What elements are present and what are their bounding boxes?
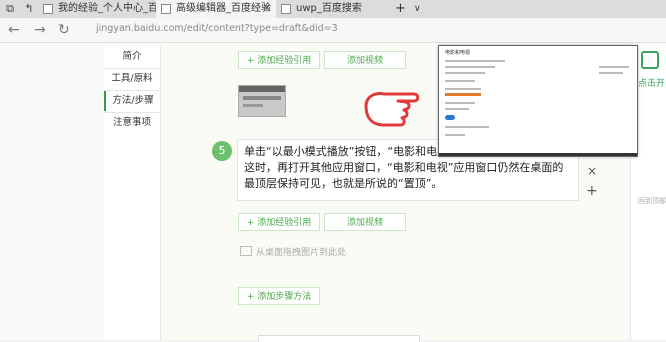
preview-line (445, 102, 475, 104)
image-icon (240, 246, 252, 256)
favicon-icon (161, 4, 171, 14)
left-navigation: 简介 工具/原料 方法/步骤 注意事项 (104, 46, 161, 340)
nav-item-tools[interactable]: 工具/原料 (104, 69, 160, 89)
new-tab-button[interactable]: + (395, 0, 406, 18)
thumb-content (243, 96, 281, 100)
tab-label: 我的经验_个人中心_百度经验 (58, 3, 156, 14)
next-section-stub (258, 335, 420, 342)
thumb-titlebar (239, 86, 285, 92)
favicon-icon (43, 4, 53, 14)
tab-label: uwp_百度搜索 (296, 3, 362, 14)
tab-advanced-editor[interactable]: 高级编辑器_百度经验 ✕ (156, 0, 276, 18)
tab-uwp-search[interactable]: uwp_百度搜索 (276, 0, 380, 18)
preview-line (445, 72, 485, 74)
preview-line (445, 60, 505, 62)
add-step-method-button[interactable]: + 添加步骤方法 (238, 287, 320, 305)
step-number-badge: 5 (212, 141, 232, 161)
url-field[interactable]: jingyan.baidu.com/edit/content?type=draf… (96, 23, 338, 34)
preview-line (445, 88, 481, 90)
tab-label: 高级编辑器_百度经验 (176, 3, 271, 14)
step-image-thumbnail[interactable] (238, 85, 286, 117)
add-reference-button-2[interactable]: + 添加经验引用 (238, 213, 320, 231)
add-video-button-2[interactable]: 添加视频 (324, 213, 406, 231)
back-arrow-icon[interactable]: ← (8, 21, 20, 39)
nav-item-notes[interactable]: 注意事项 (104, 113, 160, 133)
preview-line (599, 72, 623, 74)
add-step-icon[interactable]: + (586, 183, 598, 199)
close-tab-icon[interactable]: ✕ (263, 0, 271, 18)
preview-title: 电影和电视 (445, 50, 471, 56)
upload-hint: 从桌面拖拽图片到此处 (240, 245, 346, 258)
back-to-tabs-icon[interactable]: ↰ (22, 2, 36, 16)
address-bar: ← → ↻ jingyan.baidu.com/edit/content?typ… (0, 18, 666, 43)
screenshot-preview: 电影和电视 (438, 45, 638, 157)
back-to-top-label[interactable]: 回到顶部 (638, 196, 666, 206)
nav-item-steps[interactable]: 方法/步骤 (104, 91, 160, 111)
preview-line (445, 134, 465, 136)
preview-line (445, 108, 469, 110)
click-open-label[interactable]: 点击开 (638, 76, 665, 89)
preview-line (445, 66, 495, 68)
upload-hint-text: 从桌面拖拽图片到此处 (256, 248, 347, 258)
preview-line (445, 80, 475, 82)
tab-manager-icon[interactable]: ⧉ (3, 2, 17, 16)
tab-list-chevron-icon[interactable]: ∨ (414, 0, 421, 18)
pointing-hand-icon (364, 92, 420, 127)
delete-step-icon[interactable]: × (587, 164, 597, 178)
nav-item-intro[interactable]: 简介 (104, 47, 160, 67)
favicon-icon (281, 4, 291, 14)
preview-toggle (445, 115, 455, 120)
add-reference-button[interactable]: + 添加经验引用 (238, 51, 320, 69)
browser-tab-bar: ⧉ ↰ 我的经验_个人中心_百度经验 高级编辑器_百度经验 ✕ uwp_百度搜索… (0, 0, 666, 18)
preview-line (445, 126, 489, 128)
preview-line (599, 66, 629, 68)
add-video-button[interactable]: 添加视频 (324, 51, 406, 69)
preview-slider (445, 93, 481, 96)
forward-arrow-icon[interactable]: → (34, 21, 46, 39)
click-open-icon[interactable] (641, 51, 659, 69)
thumb-content (243, 104, 263, 107)
preview-bottom-bar (439, 153, 637, 156)
tab-my-experience[interactable]: 我的经验_个人中心_百度经验 (38, 0, 156, 18)
refresh-icon[interactable]: ↻ (58, 21, 70, 39)
